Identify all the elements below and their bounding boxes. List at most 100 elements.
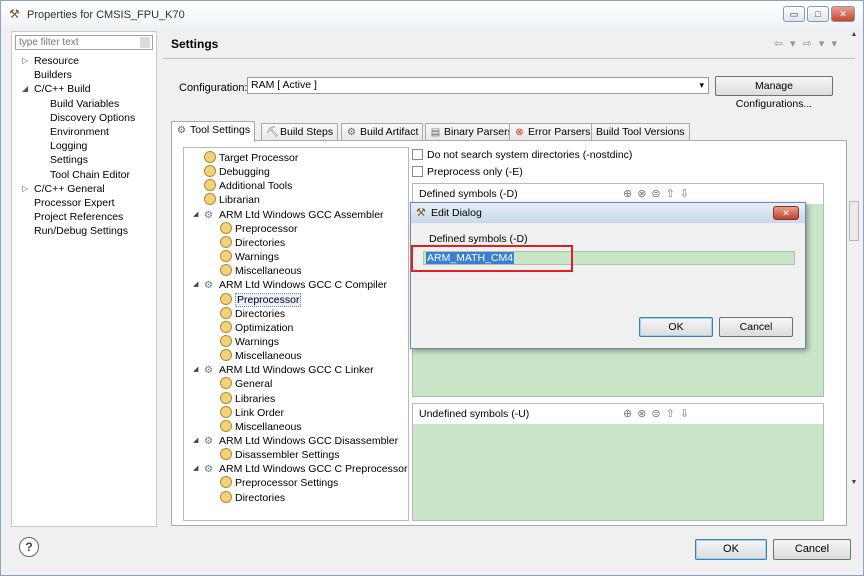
tool-tree-item[interactable]: Warnings: [220, 250, 279, 264]
nav-item-c-c-build[interactable]: ◢ C/C++ Build: [22, 82, 91, 96]
expander-icon[interactable]: ◢: [193, 434, 198, 448]
maximize-button[interactable]: □: [807, 6, 829, 22]
tool-tree-label: Warnings: [235, 251, 279, 264]
back-icon[interactable]: ⇦ ▾: [774, 38, 798, 50]
dialog-cancel-button[interactable]: Cancel: [719, 317, 793, 337]
tool-tree-item[interactable]: Directories: [220, 490, 285, 505]
vertical-scrollbar[interactable]: ▲ ▼: [849, 31, 859, 489]
nostdinc-option[interactable]: Do not search system directories (-nostd…: [412, 149, 632, 163]
tab-build-tool-versions[interactable]: Build Tool Versions: [591, 123, 690, 141]
tool-tree-item[interactable]: Directories: [220, 235, 286, 250]
manage-configurations-button[interactable]: Manage Configurations...: [715, 76, 833, 110]
tool-icon: ⚙: [204, 280, 213, 292]
tab-build-artifact[interactable]: ⚙ Build Artifact: [341, 123, 424, 141]
gear-icon: [220, 419, 232, 432]
tab-icon: ▤: [430, 127, 441, 138]
expander-icon[interactable]: ▷: [22, 54, 28, 68]
cancel-button[interactable]: Cancel: [773, 539, 851, 560]
gear-icon: [220, 391, 232, 404]
filter-input[interactable]: [15, 35, 153, 50]
tool-tree-item[interactable]: Preprocessor: [220, 292, 302, 307]
configuration-select[interactable]: RAM [ Active ] ▾: [247, 77, 709, 94]
tool-tree-item[interactable]: Preprocessor: [220, 221, 297, 236]
gear-icon: [220, 405, 232, 418]
property-nav-panel: ▷ Resource Builders ◢ C/C++ BuildBuild Varia…: [11, 31, 157, 527]
nav-item-c-c-general[interactable]: ▷ C/C++ General: [22, 182, 105, 196]
tool-tree-item[interactable]: ◢ ⚙ ARM Ltd Windows GCC C Preprocessor: [193, 462, 407, 476]
nostdinc-label: Do not search system directories (-nostd…: [427, 149, 633, 161]
tool-tree-item[interactable]: Librarian: [204, 193, 260, 207]
dialog-close-button[interactable]: ✕: [773, 206, 799, 220]
expander-icon[interactable]: ▷: [22, 182, 28, 196]
tool-tree-label: Directories: [235, 236, 286, 249]
clear-filter-icon[interactable]: [140, 37, 150, 48]
nav-item-resource[interactable]: ▷ Resource: [22, 54, 79, 68]
undefined-symbols-toolbar[interactable]: ⊕⊗⊜⇧⇩: [623, 407, 694, 420]
tool-tree-item[interactable]: ◢ ⚙ ARM Ltd Windows GCC C Compiler: [193, 278, 387, 292]
nav-item-label: Discovery Options: [50, 111, 136, 124]
nav-item-processor-expert[interactable]: Processor Expert: [34, 196, 115, 210]
nostdinc-checkbox[interactable]: [412, 149, 423, 160]
expander-icon[interactable]: ◢: [22, 82, 28, 96]
view-menu-icon[interactable]: ▾: [831, 38, 839, 50]
tool-tree-item[interactable]: Optimization: [220, 320, 293, 335]
nav-item-discovery-options[interactable]: Discovery Options: [50, 111, 135, 125]
history-nav: ⇦ ▾ ⇨ ▾ ▾: [774, 37, 839, 50]
tool-tree-label: Disassembler Settings: [235, 449, 340, 462]
preprocess-only-checkbox[interactable]: [412, 166, 423, 177]
tool-tree-item[interactable]: ◢ ⚙ ARM Ltd Windows GCC C Linker: [193, 363, 374, 377]
tool-tree-item[interactable]: Libraries: [220, 391, 275, 406]
window-controls: ▭ □ ✕: [783, 6, 855, 22]
nav-item-label: Build Variables: [50, 97, 120, 110]
expander-icon[interactable]: ◢: [193, 363, 198, 377]
ok-button[interactable]: OK: [695, 539, 767, 560]
tool-tree-item[interactable]: General: [220, 377, 272, 391]
dialog-ok-button[interactable]: OK: [639, 317, 713, 337]
gear-icon: [220, 334, 232, 347]
tool-tree-item[interactable]: Preprocessor Settings: [220, 476, 338, 490]
nav-item-logging[interactable]: Logging: [50, 139, 87, 153]
scroll-up-icon[interactable]: ▲: [849, 31, 859, 38]
nav-item-builders[interactable]: Builders: [34, 68, 72, 82]
minimize-button[interactable]: ▭: [783, 6, 805, 22]
tool-icon: ⚙: [204, 436, 213, 447]
tab-build-steps[interactable]: ⛏Build Steps: [261, 123, 339, 141]
tool-tree-label: Additional Tools: [219, 180, 293, 193]
undefined-symbols-list[interactable]: [413, 424, 823, 520]
expander-icon[interactable]: ◢: [193, 208, 198, 222]
nav-item-environment[interactable]: Environment: [50, 125, 109, 139]
tool-tree-item[interactable]: Additional Tools: [204, 179, 292, 193]
tool-tree-item[interactable]: Disassembler Settings: [220, 448, 339, 462]
tab-binary-parsers[interactable]: ▤ Binary Parsers: [425, 123, 518, 141]
nav-item-label: Resource: [34, 55, 79, 67]
preprocess-only-option[interactable]: Preprocess only (-E): [412, 166, 523, 180]
expander-icon[interactable]: ◢: [193, 278, 198, 292]
tool-tree-item[interactable]: Miscellaneous: [220, 264, 302, 278]
close-button[interactable]: ✕: [831, 6, 855, 22]
forward-icon[interactable]: ⇨ ▾: [803, 38, 827, 50]
scroll-thumb[interactable]: [849, 201, 859, 241]
defined-symbols-toolbar[interactable]: ⊕⊗⊜⇧⇩: [623, 187, 694, 200]
tool-tree-label: Miscellaneous: [235, 265, 302, 278]
expander-icon[interactable]: ◢: [193, 462, 198, 476]
nav-item-build-variables[interactable]: Build Variables: [50, 97, 119, 111]
title-bar: ⚒ Properties for CMSIS_FPU_K70 ▭ □ ✕: [1, 1, 863, 29]
tool-tree-item[interactable]: Miscellaneous: [220, 419, 302, 434]
nav-item-settings[interactable]: Settings: [50, 153, 88, 167]
tab-error-parsers[interactable]: ⊗ Error Parsers: [509, 123, 596, 141]
tool-tree-item[interactable]: Directories: [220, 306, 285, 321]
tool-tree-item[interactable]: Link Order: [220, 405, 284, 420]
nav-item-tool-chain-editor[interactable]: Tool Chain Editor: [50, 168, 130, 182]
tool-tree-item[interactable]: Target Processor: [204, 151, 298, 165]
tool-tree-item[interactable]: Warnings: [220, 334, 279, 349]
nav-item-project-references[interactable]: Project References: [34, 210, 123, 224]
tool-tree-item[interactable]: Debugging: [204, 165, 270, 179]
nav-item-run-debug-settings[interactable]: Run/Debug Settings: [34, 224, 128, 238]
scroll-down-icon[interactable]: ▼: [849, 479, 859, 486]
tab-tool-settings[interactable]: ⚙ Tool Settings: [171, 121, 256, 142]
tab-icon: ⛏: [266, 127, 279, 138]
tool-tree-item[interactable]: ◢ ⚙ ARM Ltd Windows GCC Disassembler: [193, 434, 398, 448]
help-icon[interactable]: ?: [19, 537, 39, 557]
tool-tree-item[interactable]: ◢ ⚙ ARM Ltd Windows GCC Assembler: [193, 208, 384, 222]
tool-tree-item[interactable]: Miscellaneous: [220, 349, 302, 363]
